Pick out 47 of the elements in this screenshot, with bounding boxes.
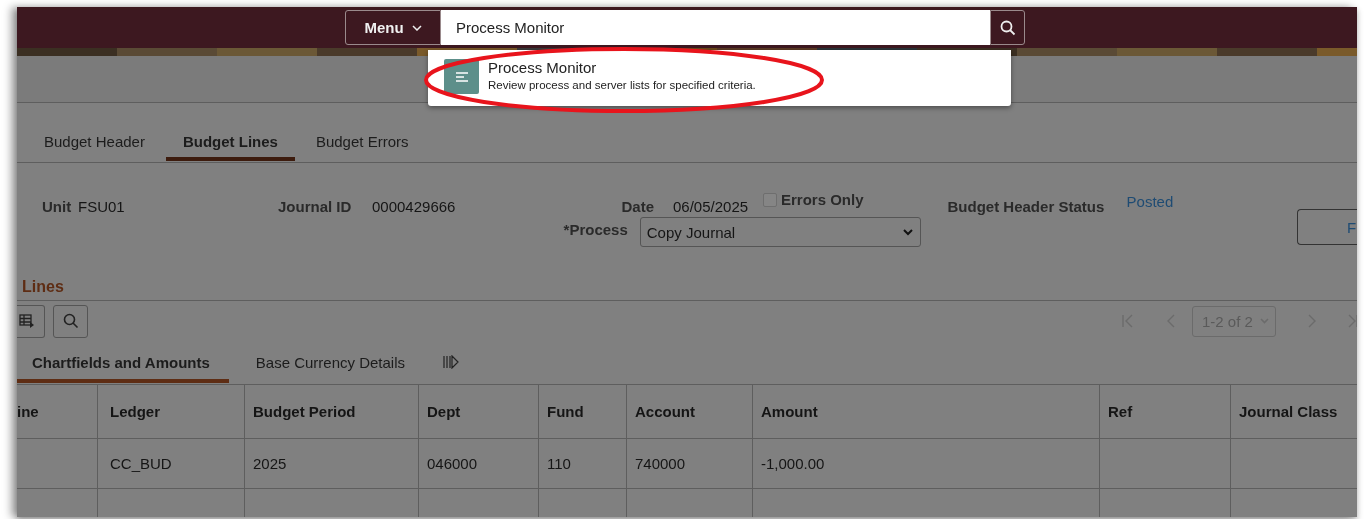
grid-button[interactable] [17, 304, 45, 338]
menu-button[interactable]: Menu [345, 10, 441, 45]
result-title: Process Monitor [488, 59, 598, 76]
tab[interactable]: Budget Errors [298, 103, 426, 163]
last-page-icon [1348, 314, 1357, 328]
show-columns-icon [443, 355, 460, 369]
table-icon [19, 314, 35, 328]
column-header: Fund [538, 384, 627, 439]
field-value: FSU01 [78, 198, 126, 215]
field-label: *Process [562, 220, 628, 238]
process-dropdown[interactable]: Copy Journal [639, 217, 922, 247]
tab[interactable]: Budget Header [27, 103, 162, 163]
tab[interactable]: Budget Lines [165, 103, 295, 161]
table-cell: -1,000.00 [752, 438, 1100, 489]
column-header: Ref [1099, 384, 1231, 439]
tab[interactable]: Chartfields and Amounts [17, 341, 229, 383]
column-header: Ledger [97, 384, 245, 439]
result-description: Review process and server lists for specified criteria. [488, 79, 756, 91]
field-label: Budget Header Status [947, 198, 1106, 215]
column-header: Budget Period [244, 384, 419, 439]
column-header: Account [626, 384, 753, 439]
status-link[interactable]: Posted [1126, 193, 1174, 210]
table-cell: 110 [538, 438, 627, 489]
table-cell: 046000 [418, 438, 539, 489]
table-cell: CC_BUD [97, 438, 245, 489]
column-header: Amount [752, 384, 1100, 439]
column-header: ine [17, 384, 98, 439]
search-field[interactable]: Process Monitor [441, 10, 990, 45]
column-header: Journal Class [1230, 384, 1357, 439]
search-result-item[interactable]: Process Monitor Review process and server lists for specified criteria. [428, 50, 1011, 106]
table-cell: 740000 [626, 438, 753, 489]
field-label: Unit [42, 198, 73, 215]
section-title: Lines [17, 278, 1357, 301]
chevron-down-icon [903, 228, 914, 236]
search-icon [62, 313, 79, 329]
column-header: Dept [418, 384, 539, 439]
chevron-down-icon [411, 24, 422, 31]
table-cell: 2025 [244, 438, 419, 489]
field-label: Date [620, 198, 654, 215]
checkbox-label: Errors Only [781, 191, 864, 208]
search-icon [999, 19, 1016, 36]
field-value: 0000429666 [372, 198, 457, 215]
search-button[interactable] [990, 10, 1025, 45]
field-label: Journal ID [278, 198, 353, 215]
tab[interactable]: Base Currency Details [255, 341, 406, 383]
field-value: 06/05/2025 [673, 198, 750, 215]
button[interactable]: F [1297, 209, 1357, 245]
